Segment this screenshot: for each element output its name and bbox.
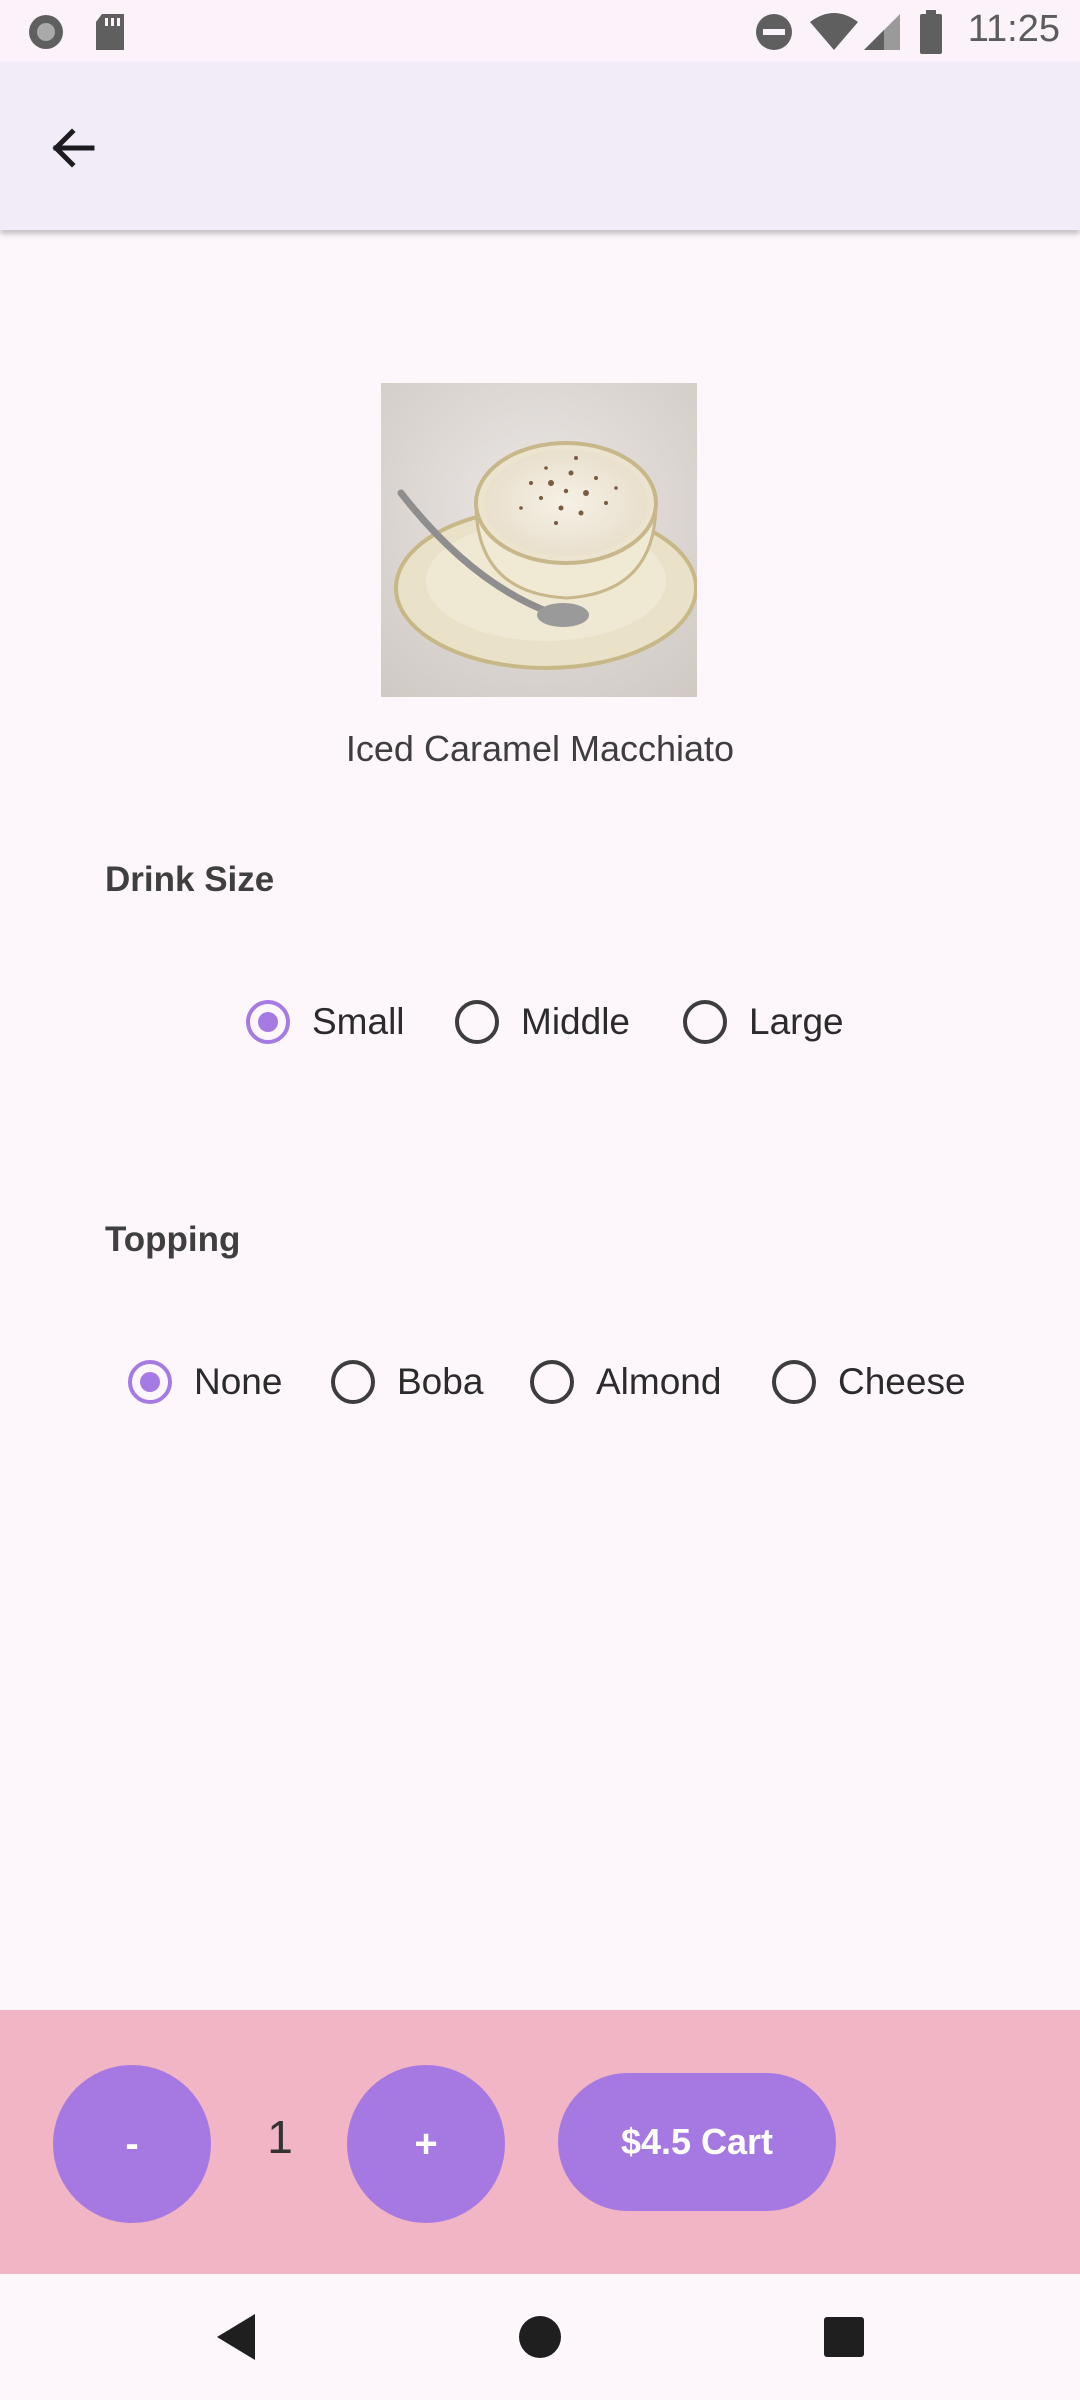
home-circle-icon[interactable] bbox=[507, 2304, 573, 2370]
topping-option-cheese[interactable]: Cheese bbox=[772, 1352, 966, 1412]
back-triangle-icon[interactable] bbox=[203, 2304, 269, 2370]
add-to-cart-button[interactable]: $4.5 Cart bbox=[558, 2073, 836, 2211]
size-option-small[interactable]: Small bbox=[246, 992, 405, 1052]
radio-unchecked-icon bbox=[683, 1000, 727, 1044]
radio-unchecked-icon bbox=[772, 1360, 816, 1404]
recents-square-icon[interactable] bbox=[811, 2304, 877, 2370]
topping-option-none[interactable]: None bbox=[128, 1352, 282, 1412]
system-nav-bar bbox=[0, 2274, 1080, 2400]
size-option-middle[interactable]: Middle bbox=[455, 992, 630, 1052]
radio-checked-icon bbox=[128, 1360, 172, 1404]
signal-icon bbox=[864, 14, 900, 50]
decrease-quantity-button[interactable]: - bbox=[53, 2065, 211, 2223]
app-bar bbox=[0, 62, 1080, 230]
topping-title: Topping bbox=[105, 1220, 241, 1259]
product-image bbox=[381, 383, 697, 697]
quantity-value: 1 bbox=[267, 2111, 293, 2163]
status-time: 11:25 bbox=[967, 8, 1060, 50]
record-icon bbox=[29, 15, 63, 49]
increase-quantity-button[interactable]: + bbox=[347, 2065, 505, 2223]
battery-icon bbox=[920, 10, 942, 54]
status-bar: 11:25 bbox=[0, 0, 1080, 62]
arrow-back-icon[interactable] bbox=[38, 112, 110, 184]
wifi-icon bbox=[810, 13, 858, 50]
topping-option-almond[interactable]: Almond bbox=[530, 1352, 721, 1412]
size-option-large[interactable]: Large bbox=[683, 992, 844, 1052]
product-name: Iced Caramel Macchiato bbox=[345, 728, 735, 769]
radio-unchecked-icon bbox=[530, 1360, 574, 1404]
drink-size-title: Drink Size bbox=[105, 860, 275, 899]
topping-option-boba[interactable]: Boba bbox=[331, 1352, 483, 1412]
sd-card-icon bbox=[96, 14, 124, 50]
radio-unchecked-icon bbox=[331, 1360, 375, 1404]
dnd-icon bbox=[756, 14, 792, 50]
radio-checked-icon bbox=[246, 1000, 290, 1044]
radio-unchecked-icon bbox=[455, 1000, 499, 1044]
